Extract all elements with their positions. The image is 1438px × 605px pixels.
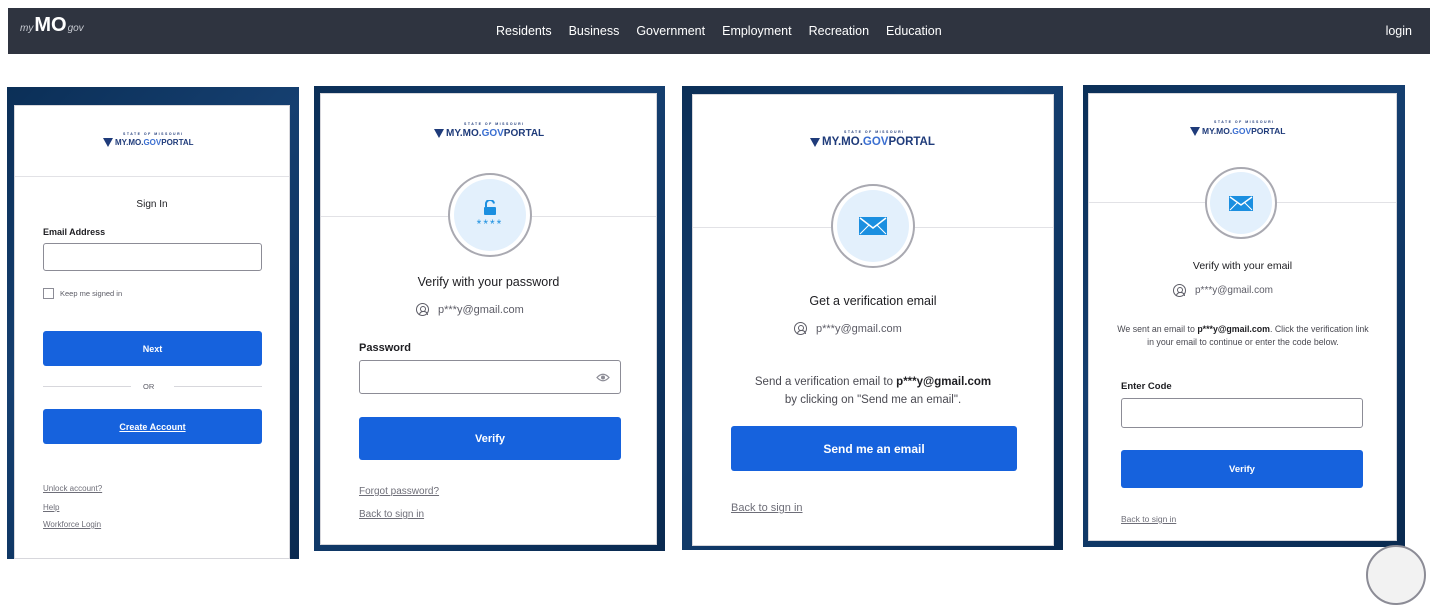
portal-logo: STATE OF MISSOURI MY.MO. GOV PORTAL xyxy=(1190,120,1286,136)
portal-logo-gov: GOV xyxy=(481,128,504,139)
portal-logo: STATE OF MISSOURI MY.MO. GOV PORTAL xyxy=(434,122,545,139)
or-line-left xyxy=(43,386,131,387)
portal-logo-portal: PORTAL xyxy=(1251,126,1286,136)
send-text-suffix: by clicking on "Send me an email". xyxy=(784,394,962,406)
sign-in-card: STATE OF MISSOURI MY.MO. GOV PORTAL Sign … xyxy=(14,105,290,559)
missouri-mark-icon xyxy=(1190,126,1200,136)
keep-signed-in-label: Keep me signed in xyxy=(60,289,123,298)
nav-recreation[interactable]: Recreation xyxy=(809,24,869,38)
password-input[interactable] xyxy=(359,360,621,394)
sent-instructions: We sent an email to p***y@gmail.com. Cli… xyxy=(1117,323,1369,349)
show-password-eye-icon[interactable] xyxy=(596,373,610,382)
back-to-sign-in-link[interactable]: Back to sign in xyxy=(1121,514,1176,524)
portal-logo-portal: PORTAL xyxy=(503,128,545,139)
next-button[interactable]: Next xyxy=(43,331,262,366)
portal-logo-state: STATE OF MISSOURI xyxy=(1214,120,1275,124)
logo-suffix: gov xyxy=(67,23,84,34)
send-text-email: p***y@gmail.com xyxy=(896,376,992,388)
user-email: p***y@gmail.com xyxy=(1195,285,1273,296)
sent-text-prefix: We sent an email to xyxy=(1117,324,1198,334)
back-to-sign-in-link[interactable]: Back to sign in xyxy=(731,502,803,514)
user-icon xyxy=(1173,284,1186,297)
portal-logo-gov: GOV xyxy=(143,138,162,147)
portal-logo-portal: PORTAL xyxy=(888,136,935,148)
email-factor-inner xyxy=(837,190,909,262)
user-identifier: p***y@gmail.com xyxy=(1173,284,1273,297)
email-code-card: STATE OF MISSOURI MY.MO. GOV PORTAL Verif… xyxy=(1088,93,1397,541)
nav-education[interactable]: Education xyxy=(886,24,942,38)
nav-residents[interactable]: Residents xyxy=(496,24,552,38)
user-email: p***y@gmail.com xyxy=(816,322,902,335)
portal-logo-state: STATE OF MISSOURI xyxy=(464,122,525,126)
enter-code-label: Enter Code xyxy=(1121,381,1172,392)
verify-button[interactable]: Verify xyxy=(1121,450,1363,488)
logo-main: MO xyxy=(34,14,67,36)
portal-logo-gov: GOV xyxy=(862,136,889,148)
missouri-mark-icon xyxy=(103,138,113,147)
portal-logo-name: MY.MO. xyxy=(822,136,863,148)
portal-logo-name: MY.MO. xyxy=(1202,126,1233,136)
missouri-mark-icon xyxy=(434,129,444,138)
portal-logo-name: MY.MO. xyxy=(446,128,482,139)
email-label: Email Address xyxy=(43,227,106,237)
verify-email-heading: Verify with your email xyxy=(1192,260,1293,272)
lock-icon xyxy=(484,199,496,215)
keep-signed-in-checkbox[interactable] xyxy=(43,288,54,299)
state-seal-icon xyxy=(1366,545,1426,605)
missouri-mark-icon xyxy=(810,137,820,147)
login-link[interactable]: login xyxy=(1386,8,1412,54)
user-icon xyxy=(794,322,807,335)
password-factor-inner: **** xyxy=(454,179,526,251)
logo-prefix: my xyxy=(20,23,34,34)
email-verification-card: STATE OF MISSOURI MY.MO. GOV PORTAL Get a… xyxy=(692,94,1054,546)
email-factor-badge xyxy=(831,184,915,268)
email-factor-badge xyxy=(1205,167,1277,239)
or-line-right xyxy=(174,386,262,387)
email-input[interactable] xyxy=(43,243,262,271)
forgot-password-link[interactable]: Forgot password? xyxy=(359,486,439,497)
back-to-sign-in-link[interactable]: Back to sign in xyxy=(359,509,424,520)
unlock-account-link[interactable]: Unlock account? xyxy=(43,484,102,493)
workforce-login-link[interactable]: Workforce Login xyxy=(43,520,101,529)
nav-government[interactable]: Government xyxy=(636,24,705,38)
user-identifier: p***y@gmail.com xyxy=(794,322,902,335)
help-link[interactable]: Help xyxy=(43,503,59,512)
nav-business[interactable]: Business xyxy=(569,24,620,38)
send-email-button[interactable]: Send me an email xyxy=(731,426,1017,471)
nav-employment[interactable]: Employment xyxy=(722,24,791,38)
portal-logo-state: STATE OF MISSOURI xyxy=(844,130,905,134)
password-factor-badge: **** xyxy=(448,173,532,257)
or-separator: OR xyxy=(143,382,155,391)
password-label: Password xyxy=(359,342,411,354)
code-input[interactable] xyxy=(1121,398,1363,428)
password-stars: **** xyxy=(476,216,504,231)
sign-in-heading: Sign In xyxy=(136,199,168,210)
main-nav: Residents Business Government Employment… xyxy=(496,8,942,54)
password-card: STATE OF MISSOURI MY.MO. GOV PORTAL **** … xyxy=(320,93,657,545)
portal-logo: STATE OF MISSOURI MY.MO. GOV PORTAL xyxy=(103,132,194,147)
top-nav-bar: my MO gov Residents Business Government … xyxy=(8,8,1430,54)
send-text-prefix: Send a verification email to xyxy=(754,376,897,388)
envelope-icon xyxy=(859,217,887,235)
create-account-button[interactable]: Create Account xyxy=(43,409,262,444)
verify-password-heading: Verify with your password xyxy=(417,275,560,289)
user-email: p***y@gmail.com xyxy=(438,303,524,316)
portal-logo-portal: PORTAL xyxy=(161,138,194,147)
portal-logo-name: MY.MO. xyxy=(115,138,144,147)
user-icon xyxy=(416,303,429,316)
verify-button[interactable]: Verify xyxy=(359,417,621,460)
portal-logo: STATE OF MISSOURI MY.MO. GOV PORTAL xyxy=(810,130,935,148)
email-factor-inner xyxy=(1210,172,1272,234)
sent-text-email: p***y@gmail.com xyxy=(1197,324,1270,334)
user-identifier: p***y@gmail.com xyxy=(416,303,524,316)
portal-logo-state: STATE OF MISSOURI xyxy=(123,132,184,136)
portal-logo-gov: GOV xyxy=(1232,126,1252,136)
get-verification-heading: Get a verification email xyxy=(809,294,937,308)
mymo-logo[interactable]: my MO gov xyxy=(20,14,84,37)
header-divider xyxy=(15,176,289,177)
envelope-icon xyxy=(1229,195,1253,211)
send-instructions: Send a verification email to p***y@gmail… xyxy=(693,373,1053,409)
